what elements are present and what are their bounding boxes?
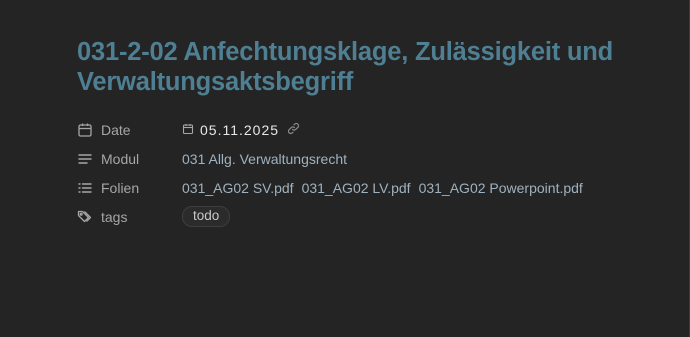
property-key-label: Modul: [101, 150, 140, 167]
property-modul: Modul 031 Allg. Verwaltungsrecht: [77, 144, 677, 173]
modul-value[interactable]: 031 Allg. Verwaltungsrecht: [182, 151, 347, 167]
property-key-label: tags: [101, 208, 128, 225]
text-lines-icon: [77, 151, 93, 167]
property-value-modul[interactable]: 031 Allg. Verwaltungsrecht: [182, 151, 347, 167]
link-icon[interactable]: [287, 122, 300, 138]
note-view: 031-2-02 Anfechtungsklage, Zulässigkeit …: [0, 0, 690, 337]
calendar-icon: [77, 122, 93, 138]
property-value-folien: 031_AG02 SV.pdf 031_AG02 LV.pdf 031_AG02…: [182, 180, 591, 196]
calendar-small-icon: [182, 122, 194, 138]
property-key-label: Date: [101, 121, 131, 138]
property-key-label: Folien: [101, 179, 140, 196]
property-key-folien[interactable]: Folien: [77, 180, 182, 196]
property-value-date[interactable]: 05.11.2025: [182, 122, 300, 138]
list-icon: [77, 180, 93, 196]
property-value-tags: todo: [182, 206, 231, 227]
tags-icon: [77, 209, 93, 225]
note-title[interactable]: 031-2-02 Anfechtungsklage, Zulässigkeit …: [77, 37, 637, 97]
file-link[interactable]: 031_AG02 Powerpoint.pdf: [419, 180, 583, 196]
file-link[interactable]: 031_AG02 LV.pdf: [302, 180, 411, 196]
property-key-date[interactable]: Date: [77, 122, 182, 138]
property-key-modul[interactable]: Modul: [77, 151, 182, 167]
property-date: Date 05.11.2025: [77, 115, 677, 144]
property-folien: Folien 031_AG02 SV.pdf 031_AG02 LV.pdf 0…: [77, 173, 677, 202]
property-key-tags[interactable]: tags: [77, 209, 182, 225]
tag-pill[interactable]: todo: [182, 206, 231, 227]
file-link[interactable]: 031_AG02 SV.pdf: [182, 180, 294, 196]
property-tags: tags todo: [77, 202, 677, 231]
properties-panel: Date 05.11.2025 Modul 031 Allg. Verwaltu…: [77, 115, 677, 231]
date-value[interactable]: 05.11.2025: [200, 122, 279, 138]
